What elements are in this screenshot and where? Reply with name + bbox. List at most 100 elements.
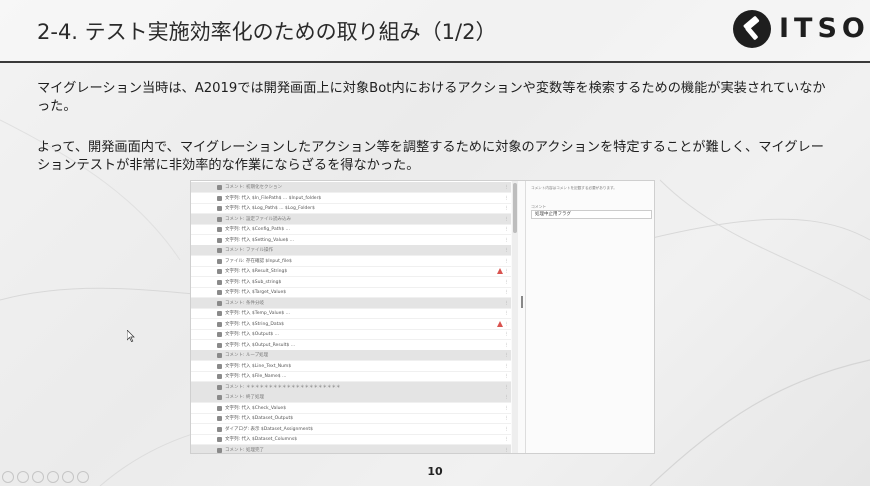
mouse-cursor-icon bbox=[127, 330, 135, 342]
action-row[interactable]: 文字列: 代入 $Log_Path$ ... $Log_Folder$ ⋮ bbox=[191, 203, 511, 214]
action-row[interactable]: ダイアログ: 表示 $Dataset_Assignment$ ⋮ bbox=[191, 424, 511, 435]
action-row[interactable]: コメント: ＊＊＊＊＊＊＊＊＊＊＊＊＊＊＊＊＊＊＊＊＊ ⋮ bbox=[191, 381, 511, 393]
action-row[interactable]: 文字列: 代入 $Target_Value$ ⋮ bbox=[191, 287, 511, 298]
action-text: コメント: 終了処理 bbox=[225, 395, 264, 400]
slide-title: 2-4. テスト実施効率化のための取り組み（1/2） bbox=[37, 20, 497, 44]
action-row[interactable]: コメント: 処理完了 ⋮ bbox=[191, 444, 511, 454]
row-menu-icon[interactable]: ⋮ bbox=[504, 350, 509, 360]
action-row[interactable]: コメント: 初期化セクション ⋮ bbox=[191, 182, 511, 193]
row-menu-icon[interactable]: ⋮ bbox=[504, 193, 509, 203]
action-row[interactable]: 文字列: 代入 $Dataset_Columns$ ⋮ bbox=[191, 434, 511, 445]
row-menu-icon[interactable]: ⋮ bbox=[504, 266, 509, 276]
action-row[interactable]: 文字列: 代入 $Setting_Value$ ... ⋮ bbox=[191, 235, 511, 246]
row-menu-icon[interactable]: ⋮ bbox=[504, 245, 509, 255]
itso-logo: ITSO bbox=[733, 10, 865, 48]
row-menu-icon[interactable]: ⋮ bbox=[504, 329, 509, 339]
action-row[interactable]: 文字列: 代入 $Line_Text_Num$ ⋮ bbox=[191, 361, 511, 372]
action-icon bbox=[217, 405, 222, 411]
action-icon bbox=[217, 332, 222, 337]
action-text: 文字列: 代入 $Sub_string$ bbox=[225, 279, 282, 285]
row-menu-icon[interactable]: ⋮ bbox=[504, 340, 509, 350]
action-text: ダイアログ: 表示 $Dataset_Assignment$ bbox=[225, 426, 313, 432]
action-icon bbox=[217, 437, 222, 442]
action-text: コメント: 処理完了 bbox=[225, 447, 264, 453]
action-row[interactable]: 文字列: 代入 $In_FilePath$ ... $Input_folder$… bbox=[191, 193, 511, 204]
row-menu-icon[interactable]: ⋮ bbox=[504, 403, 509, 413]
row-menu-icon[interactable]: ⋮ bbox=[504, 256, 509, 266]
action-text: 文字列: 代入 $Temp_Value$ ... bbox=[225, 311, 290, 316]
action-row[interactable]: コメント: 設定ファイル読み込み ⋮ bbox=[191, 213, 511, 225]
row-menu-icon[interactable]: ⋮ bbox=[504, 361, 509, 371]
action-text: コメント: 初期化セクション bbox=[225, 185, 282, 190]
action-row[interactable]: 文字列: 代入 $Output$ ... ⋮ bbox=[191, 329, 511, 340]
action-row[interactable]: 文字列: 代入 $Check_Value$ ⋮ bbox=[191, 403, 511, 414]
next-icon[interactable] bbox=[17, 471, 29, 483]
row-menu-icon[interactable]: ⋮ bbox=[504, 392, 509, 402]
action-text: 文字列: 代入 $Output$ ... bbox=[225, 332, 279, 337]
row-menu-icon[interactable]: ⋮ bbox=[504, 224, 509, 234]
action-row[interactable]: ファイル: 存在確認 $Input_file$ ⋮ bbox=[191, 256, 511, 267]
scrollbar-thumb[interactable] bbox=[513, 183, 517, 233]
row-menu-icon[interactable]: ⋮ bbox=[504, 182, 509, 192]
action-text: コメント: ループ処理 bbox=[225, 353, 269, 358]
more-icon[interactable] bbox=[77, 471, 89, 483]
action-icon bbox=[217, 290, 222, 295]
row-menu-icon[interactable]: ⋮ bbox=[504, 203, 509, 213]
action-icon bbox=[217, 342, 222, 348]
row-menu-icon[interactable]: ⋮ bbox=[504, 235, 509, 245]
logo-text: ITSO bbox=[779, 13, 870, 44]
action-row[interactable]: 文字列: 代入 $Config_Path$ ... ⋮ bbox=[191, 224, 511, 235]
action-row[interactable]: 文字列: 代入 $Output_Result$ ... ⋮ bbox=[191, 340, 511, 351]
comment-icon bbox=[217, 384, 222, 390]
action-row[interactable]: コメント: 終了処理 ⋮ bbox=[191, 392, 511, 403]
action-text: 文字列: 代入 $Target_Value$ bbox=[225, 290, 287, 295]
action-row[interactable]: 文字列: 代入 $Dataset_Output$ ⋮ bbox=[191, 413, 511, 424]
comment-icon bbox=[217, 248, 222, 253]
action-icon bbox=[217, 195, 222, 201]
presentation-toolbar bbox=[2, 471, 112, 484]
grid-icon[interactable] bbox=[47, 471, 59, 483]
row-menu-icon[interactable]: ⋮ bbox=[504, 413, 509, 423]
action-icon bbox=[217, 227, 222, 232]
row-menu-icon[interactable]: ⋮ bbox=[504, 319, 509, 329]
row-menu-icon[interactable]: ⋮ bbox=[504, 434, 509, 444]
row-menu-icon[interactable]: ⋮ bbox=[504, 277, 509, 287]
action-row[interactable]: コメント: ファイル操作 ⋮ bbox=[191, 245, 511, 256]
action-text: コメント: 設定ファイル読み込み bbox=[225, 216, 291, 222]
pen-icon[interactable] bbox=[32, 471, 44, 483]
comment-icon bbox=[217, 447, 222, 453]
row-menu-icon[interactable]: ⋮ bbox=[504, 287, 509, 297]
row-menu-icon[interactable]: ⋮ bbox=[504, 382, 509, 392]
action-text: 文字列: 代入 $In_FilePath$ ... $Input_folder$ bbox=[225, 195, 322, 201]
action-icon bbox=[217, 269, 222, 274]
action-text: 文字列: 代入 $Log_Path$ ... $Log_Folder$ bbox=[225, 206, 315, 211]
action-row[interactable]: コメント: 条件分岐 ⋮ bbox=[191, 297, 511, 309]
comment-icon bbox=[217, 395, 222, 400]
action-text: 文字列: 代入 $Output_Result$ ... bbox=[225, 342, 296, 348]
slide: 2-4. テスト実施効率化のための取り組み（1/2） ITSO マイグレーション… bbox=[0, 0, 870, 486]
action-row[interactable]: 文字列: 代入 $String_Data$ ⋮ bbox=[191, 319, 511, 330]
action-text: 文字列: 代入 $Config_Path$ ... bbox=[225, 227, 290, 232]
action-icon bbox=[217, 363, 222, 369]
action-row[interactable]: コメント: ループ処理 ⋮ bbox=[191, 350, 511, 361]
action-row[interactable]: 文字列: 代入 $Result_String$ ⋮ bbox=[191, 266, 511, 277]
previous-icon[interactable] bbox=[2, 471, 14, 483]
action-row[interactable]: 文字列: 代入 $Sub_string$ ⋮ bbox=[191, 277, 511, 288]
action-row[interactable]: 文字列: 代入 $File_Name$ ... ⋮ bbox=[191, 371, 511, 382]
row-menu-icon[interactable]: ⋮ bbox=[504, 371, 509, 381]
action-row[interactable]: 文字列: 代入 $Temp_Value$ ... ⋮ bbox=[191, 308, 511, 319]
action-icon bbox=[217, 258, 222, 264]
row-menu-icon[interactable]: ⋮ bbox=[504, 445, 509, 454]
zoom-icon[interactable] bbox=[62, 471, 74, 483]
action-icon bbox=[217, 321, 222, 327]
action-icon bbox=[217, 416, 222, 421]
row-menu-icon[interactable]: ⋮ bbox=[504, 214, 509, 224]
warning-icon bbox=[497, 320, 503, 327]
row-menu-icon[interactable]: ⋮ bbox=[504, 308, 509, 318]
pane-divider[interactable] bbox=[521, 296, 523, 308]
comment-field[interactable]: 処理中止用フラグ bbox=[531, 210, 652, 219]
action-text: 文字列: 代入 $String_Data$ bbox=[225, 321, 285, 327]
row-menu-icon[interactable]: ⋮ bbox=[504, 298, 509, 308]
row-menu-icon[interactable]: ⋮ bbox=[504, 424, 509, 434]
action-list: コメント: 初期化セクション ⋮ 文字列: 代入 $In_FilePath$ ...… bbox=[191, 181, 511, 454]
